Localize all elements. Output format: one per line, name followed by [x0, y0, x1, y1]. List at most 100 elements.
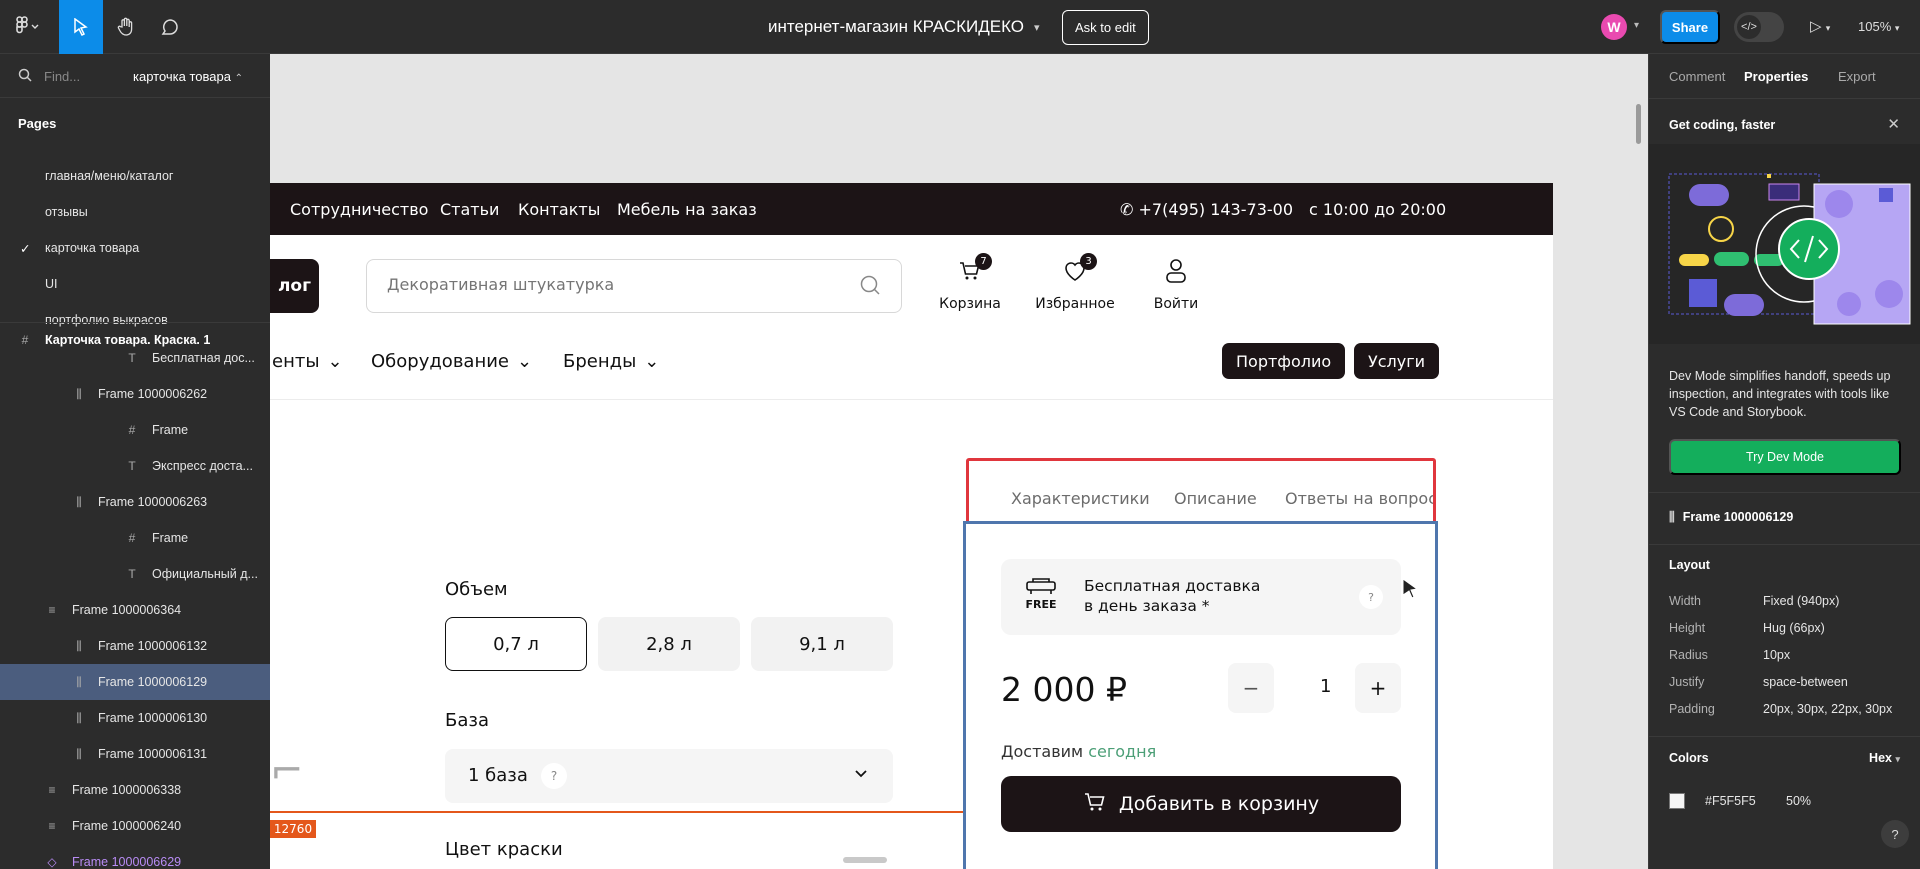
menu-label: Оборудование: [371, 351, 509, 372]
site-search-input[interactable]: [387, 275, 827, 294]
present-play-icon[interactable]: ▷ ▾: [1810, 17, 1830, 35]
prop-value[interactable]: 20px, 30px, 22px, 30px: [1763, 702, 1892, 716]
layer-row[interactable]: # Frame: [0, 520, 270, 556]
layer-label: Frame 1000006364: [72, 603, 182, 617]
layer-row[interactable]: T Экспресс доста...: [0, 448, 270, 484]
layer-row[interactable]: # Frame: [0, 412, 270, 448]
color-swatch[interactable]: [1669, 793, 1685, 809]
free-label: FREE: [1025, 598, 1057, 611]
prop-key: Width: [1669, 594, 1701, 608]
prop-value[interactable]: Hug (66px): [1763, 621, 1825, 635]
move-tool-icon[interactable]: [59, 0, 103, 54]
prop-value[interactable]: space-between: [1763, 675, 1848, 689]
file-title[interactable]: интернет-магазин КРАСКИДЕКО ▾: [768, 17, 1040, 37]
base-select[interactable]: 1 база ?: [445, 749, 893, 803]
tab-comment[interactable]: Comment: [1669, 69, 1725, 84]
favorites-link[interactable]: 3 Избранное: [1030, 253, 1120, 312]
comment-tool-icon[interactable]: [148, 0, 192, 54]
close-icon[interactable]: ✕: [1887, 115, 1900, 133]
login-link[interactable]: Войти: [1131, 256, 1221, 312]
stack-icon: ≡: [48, 783, 56, 797]
check-icon: ✓: [20, 241, 31, 256]
layer-row[interactable]: ⫼ Frame 1000006129: [0, 664, 270, 700]
volume-option[interactable]: 0,7 л: [445, 617, 587, 671]
layer-row[interactable]: ⫼ Frame 1000006132: [0, 628, 270, 664]
canvas-scrollbar[interactable]: [1636, 104, 1641, 144]
color-opacity[interactable]: 50%: [1786, 794, 1811, 808]
ask-to-edit-button[interactable]: Ask to edit: [1062, 10, 1149, 45]
layer-row[interactable]: ⫼ Frame 1000006130: [0, 700, 270, 736]
tab-description[interactable]: Описание: [1174, 489, 1257, 508]
delivery-line1: Бесплатная доставка: [1084, 577, 1261, 595]
layer-row[interactable]: T Бесплатная дос...: [0, 340, 270, 376]
design-canvas[interactable]: Сотрудничество Статьи Контакты Мебель на…: [270, 54, 1648, 869]
tab-questions[interactable]: Ответы на вопросы: [1285, 489, 1433, 508]
prop-value[interactable]: 10px: [1763, 648, 1790, 662]
layer-row[interactable]: T Официальный д...: [0, 556, 270, 592]
catalog-button[interactable]: лог: [270, 259, 319, 313]
promo-title: Get coding, faster: [1669, 118, 1776, 132]
tab-characteristics[interactable]: Характеристики: [1011, 489, 1150, 508]
page-item[interactable]: отзывы: [0, 194, 270, 230]
services-button[interactable]: Услуги: [1354, 343, 1440, 379]
search-icon[interactable]: [859, 274, 881, 300]
free-delivery-icon: FREE: [1023, 577, 1059, 611]
color-format-select[interactable]: Hex ▾: [1869, 751, 1900, 765]
nav-item[interactable]: Контакты: [518, 200, 600, 219]
page-item[interactable]: UI: [0, 266, 270, 302]
delivery-line2: в день заказа *: [1084, 597, 1210, 615]
divider: [1649, 736, 1920, 737]
cart-link[interactable]: 7 Корзина: [925, 253, 1015, 312]
volume-option[interactable]: 2,8 л: [598, 617, 740, 671]
help-button[interactable]: ?: [1881, 820, 1909, 848]
layer-row[interactable]: ⫼ Frame 1000006263: [0, 484, 270, 520]
qty-decrease-button[interactable]: −: [1228, 663, 1274, 713]
volume-option[interactable]: 9,1 л: [751, 617, 893, 671]
portfolio-button[interactable]: Портфолио: [1222, 343, 1346, 379]
tab-properties[interactable]: Properties: [1744, 69, 1808, 84]
layer-row[interactable]: ⫼ Frame 1000006262: [0, 376, 270, 412]
chevron-down-icon: ▾: [1895, 754, 1900, 764]
nav-item[interactable]: Статьи: [440, 200, 499, 219]
color-hex-value[interactable]: #F5F5F5: [1705, 794, 1756, 808]
qty-increase-button[interactable]: +: [1355, 663, 1401, 713]
dev-mode-toggle[interactable]: </>: [1734, 12, 1784, 42]
top-toolbar: интернет-магазин КРАСКИДЕКО ▾ Ask to edi…: [0, 0, 1920, 54]
hand-tool-icon[interactable]: [104, 0, 148, 54]
layer-row[interactable]: ≡ Frame 1000006338: [0, 772, 270, 808]
menu-item-equipment[interactable]: Оборудование ⌄: [371, 351, 532, 372]
nav-item[interactable]: Сотрудничество: [290, 200, 428, 219]
qty-value[interactable]: 1: [1320, 676, 1331, 697]
share-button[interactable]: Share: [1660, 10, 1720, 44]
menu-item-brands[interactable]: Бренды ⌄: [563, 351, 659, 372]
layout-row-radius: Radius 10px: [1669, 648, 1909, 675]
nav-item[interactable]: Мебель на заказ: [617, 200, 757, 219]
help-icon[interactable]: ?: [541, 763, 567, 789]
tab-export[interactable]: Export: [1838, 69, 1876, 84]
add-to-cart-button[interactable]: Добавить в корзину: [1001, 776, 1401, 832]
layer-row[interactable]: ⫼ Frame 1000006131: [0, 736, 270, 772]
chevron-down-icon: ⌄: [644, 351, 660, 372]
layer-row[interactable]: ◇ Frame 1000006629: [0, 844, 270, 869]
page-item[interactable]: главная/меню/каталог: [0, 158, 270, 194]
layers-search-input[interactable]: Find...: [44, 69, 80, 84]
buy-card-frame-selected[interactable]: FREE Бесплатная доставка в день заказа *…: [963, 521, 1438, 869]
site-search[interactable]: [366, 259, 902, 313]
try-dev-mode-button[interactable]: Try Dev Mode: [1669, 439, 1901, 475]
figma-menu-icon[interactable]: [14, 16, 48, 38]
phone-number[interactable]: ✆ +7(495) 143-73-00: [1120, 200, 1293, 219]
prop-value[interactable]: Fixed (940px): [1763, 594, 1839, 608]
layer-row[interactable]: ≡ Frame 1000006364: [0, 592, 270, 628]
avatar[interactable]: W: [1601, 14, 1627, 40]
zoom-level[interactable]: 105% ▾: [1858, 19, 1899, 34]
layout-row-justify: Justify space-between: [1669, 675, 1909, 702]
selected-frame: ⫼ Frame 1000006129: [1669, 510, 1793, 525]
page-item[interactable]: ✓ карточка товара: [0, 230, 270, 266]
measurement-tag: 12760: [270, 820, 316, 838]
scroll-handle[interactable]: [843, 857, 887, 863]
menu-item-tools[interactable]: енты ⌄: [272, 351, 343, 372]
help-icon[interactable]: ?: [1359, 585, 1383, 609]
current-page-selector[interactable]: карточка товара ⌃: [133, 69, 243, 84]
chevron-down-icon[interactable]: ▾: [1634, 20, 1639, 31]
layer-row[interactable]: ≡ Frame 1000006240: [0, 808, 270, 844]
